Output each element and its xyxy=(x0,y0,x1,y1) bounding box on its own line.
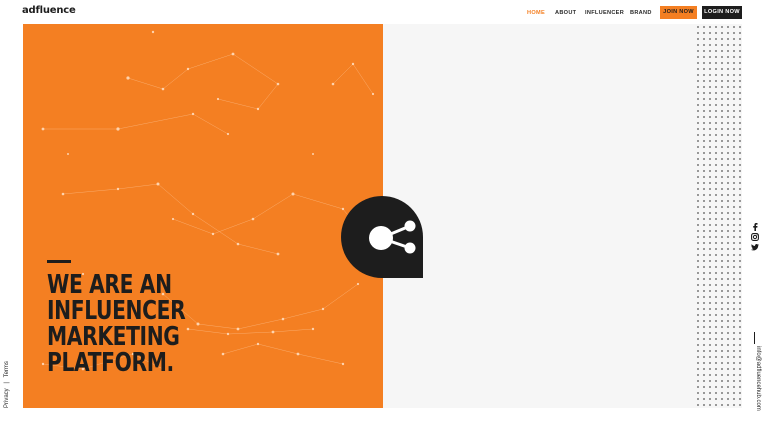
headline-line: MARKETING xyxy=(47,322,180,352)
contact-email[interactable]: info@adfluencehub.com xyxy=(755,346,761,411)
login-now-button[interactable]: LOGIN NOW xyxy=(702,6,742,19)
facebook-icon[interactable] xyxy=(751,223,759,231)
separator: | xyxy=(4,382,10,384)
logo[interactable]: adfluence xyxy=(22,5,76,16)
nav-about[interactable]: ABOUT xyxy=(555,10,576,16)
headline-line: INFLUENCER xyxy=(47,296,186,326)
email-divider xyxy=(754,332,755,344)
hero-gray-panel xyxy=(383,24,695,408)
headline-accent-bar xyxy=(47,260,71,263)
dotted-pattern xyxy=(695,24,742,408)
headline-line: PLATFORM. xyxy=(47,348,174,378)
legal-links: Privacy | Terms xyxy=(4,361,10,408)
nav-home[interactable]: HOME xyxy=(527,10,545,16)
hero-headline: WE ARE AN INFLUENCER MARKETING PLATFORM. xyxy=(47,270,186,378)
share-node-icon xyxy=(369,220,416,254)
nav-influencer[interactable]: INFLUENCER xyxy=(585,10,624,16)
headline-line: WE ARE AN xyxy=(47,270,172,300)
brand-bubble xyxy=(341,196,423,278)
privacy-link[interactable]: Privacy xyxy=(4,388,10,408)
instagram-icon[interactable] xyxy=(751,233,759,241)
join-now-button[interactable]: JOIN NOW xyxy=(660,6,697,19)
twitter-icon[interactable] xyxy=(751,243,759,251)
nav-brand[interactable]: BRAND xyxy=(630,10,652,16)
terms-link[interactable]: Terms xyxy=(4,361,10,377)
header: adfluence HOME ABOUT INFLUENCER BRAND JO… xyxy=(0,0,765,24)
